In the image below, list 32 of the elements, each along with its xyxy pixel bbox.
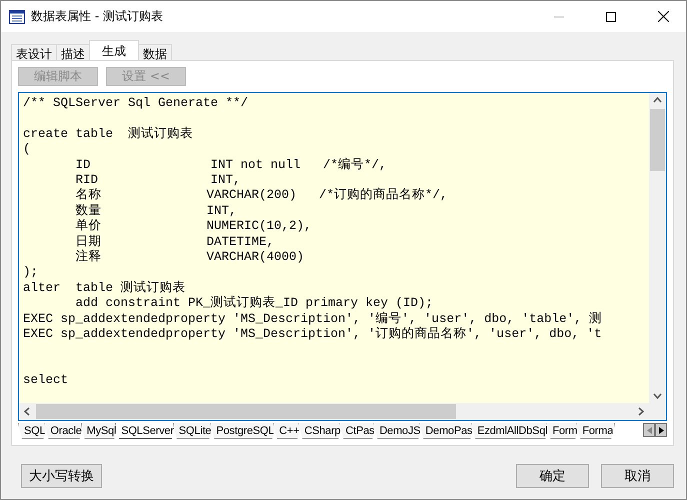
- ok-button[interactable]: 确定: [516, 464, 589, 488]
- case-convert-button[interactable]: 大小写转换: [21, 464, 102, 488]
- scrollbar-thumb[interactable]: [650, 109, 665, 171]
- tab[interactable]: 生成: [89, 40, 139, 60]
- dialect-tab[interactable]: Oracle: [44, 423, 84, 439]
- dialect-tab[interactable]: C++: [273, 423, 302, 439]
- dialect-tab[interactable]: Form: [546, 423, 580, 439]
- dialect-tab[interactable]: CtPas: [339, 423, 376, 439]
- dialect-tab[interactable]: Forma: [576, 423, 616, 439]
- vertical-scrollbar[interactable]: [649, 93, 666, 403]
- dialect-tab[interactable]: SQLite: [172, 423, 214, 439]
- tab[interactable]: 表设计: [11, 44, 57, 60]
- table-icon: [9, 10, 25, 24]
- scrollbar-thumb[interactable]: [36, 404, 456, 419]
- dialect-tab[interactable]: MySql: [80, 423, 118, 439]
- close-icon[interactable]: [658, 11, 668, 22]
- dialect-tab[interactable]: EzdmlAllDbSql: [471, 423, 550, 439]
- tab[interactable]: 描述: [56, 44, 90, 60]
- dialect-tab[interactable]: CSharp: [298, 423, 342, 439]
- tab-scroll-right-button[interactable]: [655, 423, 667, 437]
- dialect-tab[interactable]: DemoJS: [373, 423, 422, 439]
- dialect-tab[interactable]: DemoPas: [419, 423, 474, 439]
- tab[interactable]: 数据: [138, 44, 172, 60]
- left-triangle-icon: [646, 426, 652, 434]
- dialect-tab[interactable]: SQLServer: [115, 423, 176, 439]
- right-triangle-icon: [658, 426, 664, 434]
- maximize-icon[interactable]: [606, 12, 616, 22]
- window-title: 数据表属性 - 测试订购表: [31, 8, 164, 25]
- cancel-button[interactable]: 取消: [601, 464, 674, 488]
- dialect-tab[interactable]: PostgreSQL: [210, 423, 276, 439]
- dialect-tab[interactable]: SQL: [18, 423, 48, 439]
- horizontal-scrollbar[interactable]: [19, 403, 649, 420]
